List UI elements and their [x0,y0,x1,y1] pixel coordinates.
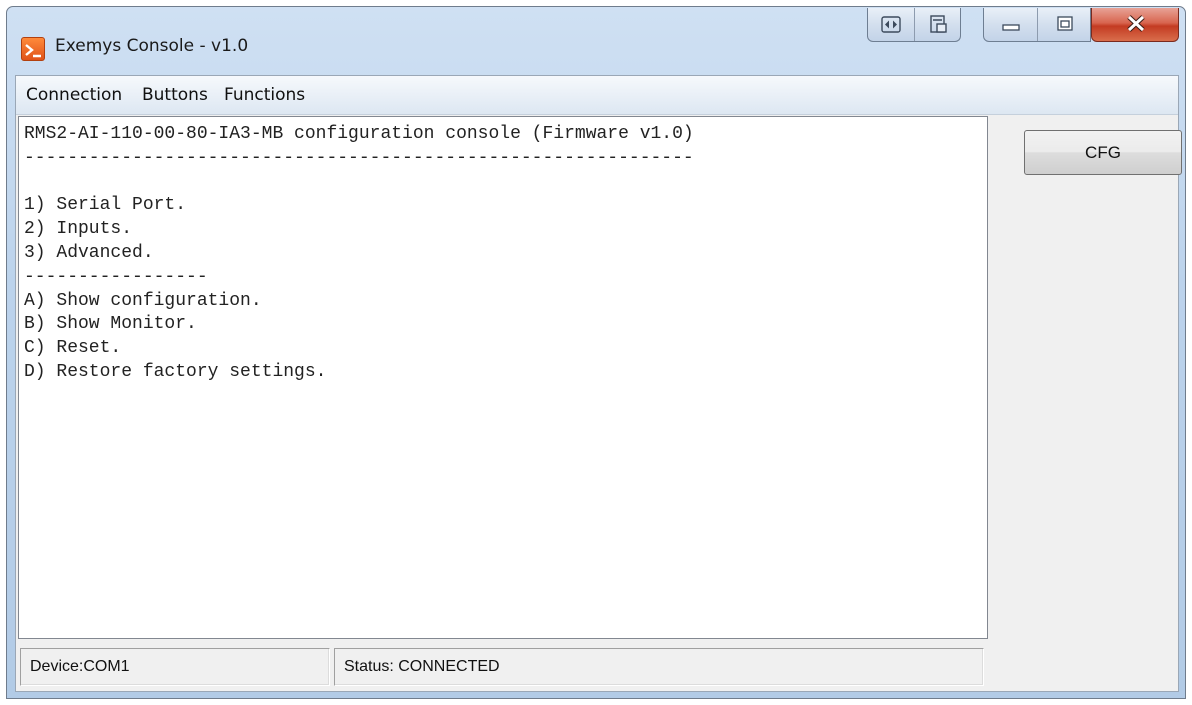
window-title: Exemys Console - v1.0 [55,36,249,56]
console-line: A) Show configuration. [24,290,262,311]
caption-extra-group [867,8,961,42]
menu-functions[interactable]: Functions [224,85,305,105]
connection-status: Status: CONNECTED [334,648,984,686]
console-line: D) Restore factory settings. [24,361,327,382]
client-area: Connection Buttons Functions RMS2-AI-110… [15,75,1182,692]
console-line: 1) Serial Port. [24,195,187,216]
main-window: Exemys Console - v1.0 Connection Buttons… [6,6,1186,699]
console-line: 3) Advanced. [24,242,154,263]
copy-window-icon[interactable] [914,8,960,41]
status-bar: Device:COM1 Status: CONNECTED [18,642,988,690]
console-output[interactable]: RMS2-AI-110-00-80-IA3-MB configuration c… [18,116,988,639]
cfg-button[interactable]: CFG [1024,130,1182,175]
menu-buttons[interactable]: Buttons [142,85,208,105]
maximize-icon[interactable] [1036,8,1090,41]
console-line: C) Reset. [24,338,122,359]
minimize-icon[interactable] [984,8,1037,41]
console-line: RMS2-AI-110-00-80-IA3-MB configuration c… [24,124,694,144]
console-line: 2) Inputs. [24,219,133,240]
console-line: B) Show Monitor. [24,314,197,335]
console-line: ----------------------------------------… [24,147,694,168]
side-panel: CFG [990,116,1182,691]
console-line: ----------------- [24,266,208,287]
title-bar[interactable]: Exemys Console - v1.0 [7,7,1185,75]
caption-window-controls [983,8,1091,42]
close-icon[interactable] [1091,8,1179,42]
console-prompt-icon[interactable] [21,37,45,61]
menu-bar: Connection Buttons Functions [16,76,1178,115]
resize-arrows-icon[interactable] [868,8,914,41]
device-status: Device:COM1 [20,648,330,686]
menu-connection[interactable]: Connection [26,85,122,105]
